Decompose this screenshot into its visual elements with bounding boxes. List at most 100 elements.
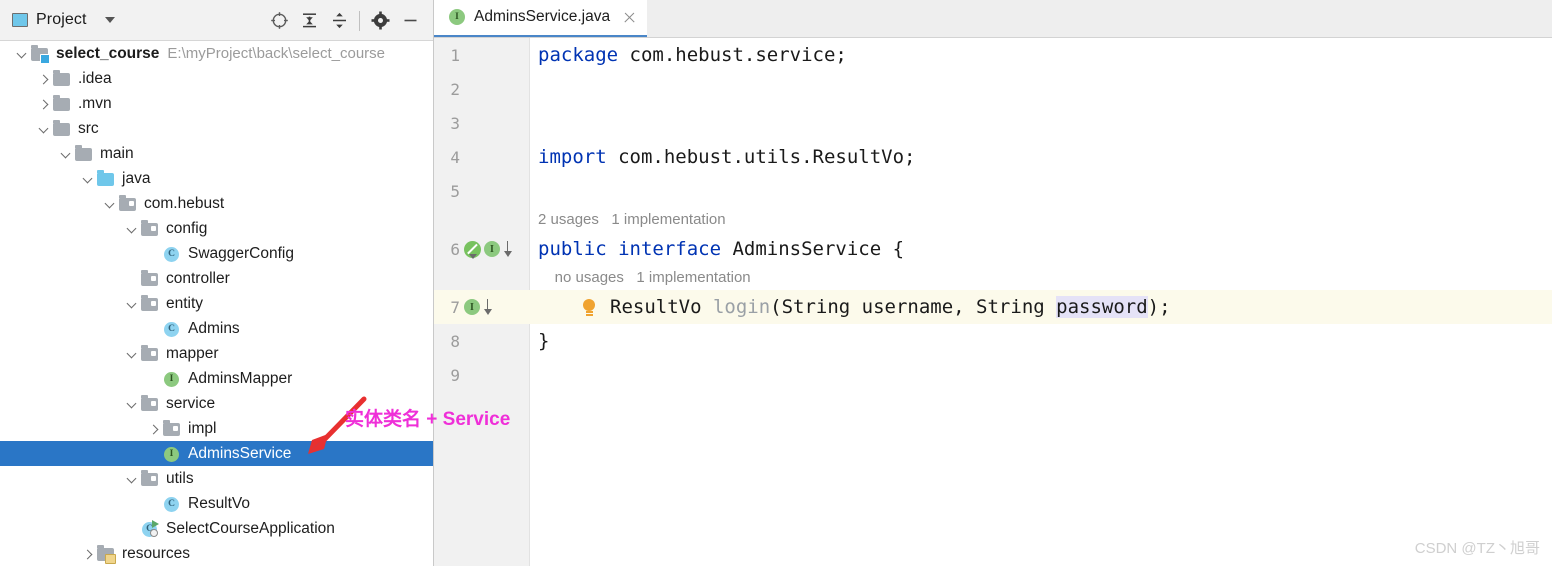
code-text[interactable]: package com.hebust.service;: [538, 44, 847, 66]
editor-tabbar: I AdminsService.java: [434, 0, 1552, 38]
tab-adminsservice-java[interactable]: I AdminsService.java: [434, 0, 648, 37]
code-token: password: [1056, 296, 1148, 318]
package-folder-icon: [163, 419, 180, 436]
code-line[interactable]: 8}: [434, 324, 1552, 358]
collapse-all-icon[interactable]: [324, 6, 354, 36]
hide-panel-icon[interactable]: [395, 6, 425, 36]
code-line[interactable]: 7 I ResultVo login(String username, String…: [434, 290, 1552, 324]
chevron-down-icon[interactable]: [124, 296, 140, 312]
close-icon[interactable]: [622, 10, 637, 25]
code-token: AdminsService {: [732, 238, 905, 260]
code-line[interactable]: 3: [434, 106, 1552, 140]
code-token: package: [538, 44, 630, 66]
inlay-hint[interactable]: no usages 1 implementation: [538, 269, 751, 286]
implemented-by-icon[interactable]: I: [484, 241, 500, 257]
chevron-down-icon[interactable]: [124, 221, 140, 237]
tree-node-label: AdminsMapper: [188, 369, 293, 387]
chevron-down-icon[interactable]: [104, 17, 115, 23]
tree-node-java[interactable]: java: [0, 166, 433, 191]
expand-all-icon[interactable]: [294, 6, 324, 36]
line-number: 1: [450, 45, 460, 65]
code-line[interactable]: 4 import com.hebust.utils.ResultVo;: [434, 140, 1552, 174]
code-line[interactable]: 1 package com.hebust.service;: [434, 38, 1552, 72]
settings-gear-icon[interactable]: [365, 6, 395, 36]
package-folder-icon: [119, 194, 136, 211]
chevron-down-icon[interactable]: [80, 171, 96, 187]
code-text[interactable]: }: [538, 330, 549, 352]
chevron-down-icon[interactable]: [36, 121, 52, 137]
tree-node-icon: [140, 344, 160, 363]
tree-node-select-course[interactable]: select_course E:\myProject\back\select_co…: [0, 41, 433, 66]
tree-node-icon: [52, 69, 72, 88]
tree-node-icon: [96, 169, 116, 188]
chevron-down-icon[interactable]: [124, 471, 140, 487]
chevron-right-icon[interactable]: [146, 421, 162, 437]
chevron-down-icon[interactable]: [124, 396, 140, 412]
tree-node-selectcourseapplication[interactable]: C SelectCourseApplication: [0, 516, 433, 541]
annotation-label: 实体类名 + Service: [345, 409, 511, 430]
tree-node-label: src: [78, 119, 99, 137]
chevron-down-icon[interactable]: [102, 196, 118, 212]
tree-node-resultvo[interactable]: C ResultVo: [0, 491, 433, 516]
project-tree: select_course E:\myProject\back\select_co…: [0, 41, 433, 566]
folder-icon: [53, 69, 70, 86]
code-line[interactable]: 5: [434, 174, 1552, 208]
java-class-icon: C: [164, 246, 179, 262]
spring-bean-icon[interactable]: [464, 240, 481, 259]
package-folder-icon: [141, 269, 158, 286]
tree-node--idea[interactable]: .idea: [0, 66, 433, 91]
inlay-hint[interactable]: 2 usages 1 implementation: [538, 211, 726, 228]
code-token: }: [538, 330, 550, 352]
tree-node-utils[interactable]: utils: [0, 466, 433, 491]
code-token: com.hebust.utils.ResultVo;: [618, 146, 916, 168]
tree-node-main[interactable]: main: [0, 141, 433, 166]
tree-node-config[interactable]: config: [0, 216, 433, 241]
tree-node-entity[interactable]: entity: [0, 291, 433, 316]
intention-bulb-icon[interactable]: [582, 299, 596, 316]
code-editor[interactable]: 1 package com.hebust.service; 2 3 4 import co…: [434, 38, 1552, 566]
tree-node-adminsmapper[interactable]: I AdminsMapper: [0, 366, 433, 391]
project-title-group[interactable]: Project: [12, 11, 115, 29]
implemented-by-arrow-icon[interactable]: [503, 240, 512, 258]
tree-node-icon: [96, 544, 116, 564]
code-token: interface: [618, 238, 733, 260]
tree-node-icon: [162, 419, 182, 438]
tree-node-icon: [140, 469, 160, 488]
code-token: ResultVo: [610, 296, 713, 318]
tree-node-label: config: [166, 219, 208, 237]
tree-node-adminsservice[interactable]: I AdminsService: [0, 441, 433, 466]
tree-node-swaggerconfig[interactable]: C SwaggerConfig: [0, 241, 433, 266]
code-token: import: [538, 146, 619, 168]
tree-node-controller[interactable]: controller: [0, 266, 433, 291]
code-line[interactable]: 2: [434, 72, 1552, 106]
code-line[interactable]: 9: [434, 358, 1552, 392]
chevron-right-icon[interactable]: [80, 546, 96, 562]
code-text[interactable]: import com.hebust.utils.ResultVo;: [538, 146, 916, 168]
code-text[interactable]: ResultVo login(String username, String p…: [582, 296, 1171, 318]
code-line[interactable]: 6 Ipublic interface AdminsService {: [434, 232, 1552, 266]
package-folder-icon: [141, 469, 158, 486]
tree-node-src[interactable]: src: [0, 116, 433, 141]
implemented-by-arrow-icon[interactable]: [483, 298, 492, 316]
tree-node-admins[interactable]: C Admins: [0, 316, 433, 341]
line-number: 9: [450, 365, 460, 385]
tree-node-resources[interactable]: resources: [0, 541, 433, 566]
tree-node-mapper[interactable]: mapper: [0, 341, 433, 366]
tree-node-com-hebust[interactable]: com.hebust: [0, 191, 433, 216]
select-opened-file-icon[interactable]: [264, 6, 294, 36]
chevron-down-icon[interactable]: [58, 146, 74, 162]
chevron-down-icon[interactable]: [124, 346, 140, 362]
chevron-right-icon[interactable]: [36, 71, 52, 87]
code-text[interactable]: public interface AdminsService {: [538, 238, 904, 260]
implemented-by-icon[interactable]: I: [464, 299, 480, 315]
chevron-down-icon[interactable]: [14, 46, 30, 62]
java-class-icon: C: [164, 496, 179, 512]
chevron-right-icon[interactable]: [36, 96, 52, 112]
tree-node-label: SwaggerConfig: [188, 244, 294, 262]
code-token: (String username, String: [770, 296, 1057, 318]
tree-node--mvn[interactable]: .mvn: [0, 91, 433, 116]
tree-node-icon: [30, 44, 50, 64]
folder-icon: [53, 94, 70, 111]
